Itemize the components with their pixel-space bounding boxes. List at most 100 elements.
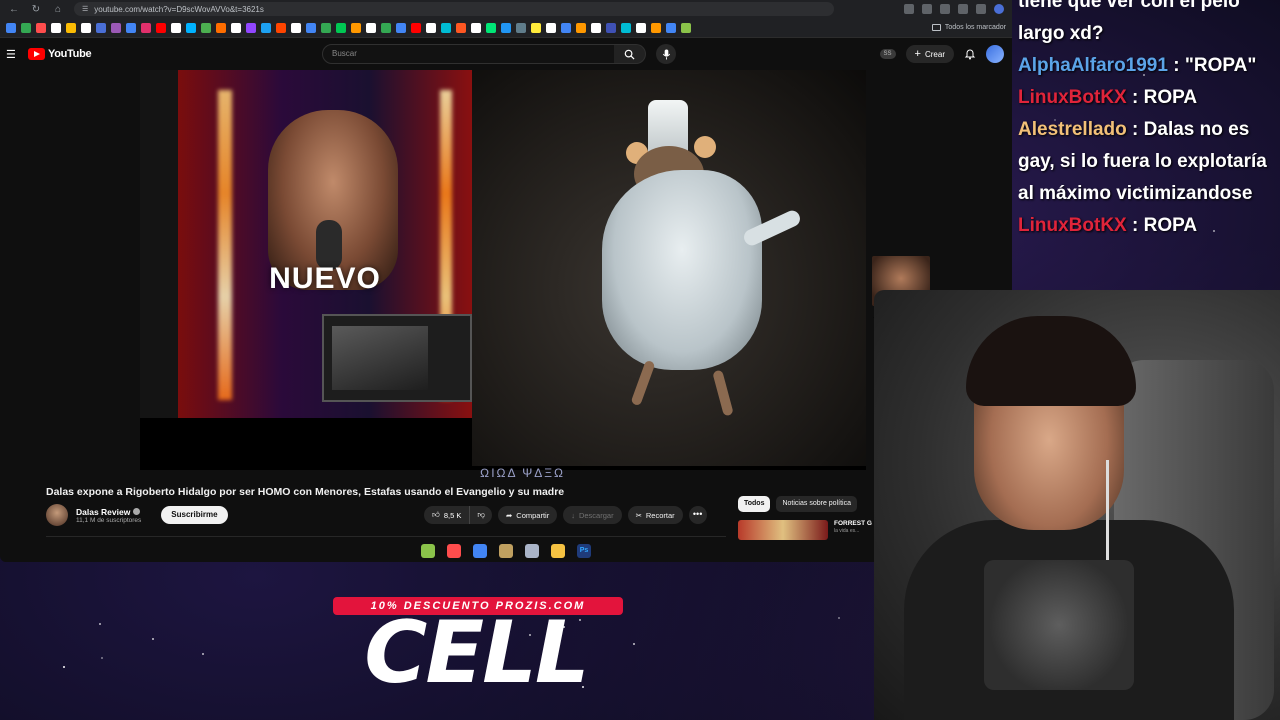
bookmark-icon[interactable] xyxy=(681,22,691,33)
screen: ← ↻ ⌂ ☰ youtube.com/watch?v=D9scWovAVVo&… xyxy=(0,0,1280,720)
bookmark-icon[interactable] xyxy=(66,22,76,33)
bookmark-icon[interactable] xyxy=(306,22,316,33)
profile-icon[interactable] xyxy=(994,4,1004,14)
bookmark-icon[interactable] xyxy=(426,22,436,33)
bookmark-icon[interactable] xyxy=(411,22,421,33)
search-button[interactable] xyxy=(614,44,646,64)
bookmark-icon[interactable] xyxy=(591,22,601,33)
bookmark-icon[interactable] xyxy=(621,22,631,33)
bookmark-icon[interactable] xyxy=(546,22,556,33)
reload-icon[interactable]: ↻ xyxy=(30,4,42,15)
player-left-strip xyxy=(140,70,178,418)
bookmark-icon[interactable] xyxy=(366,22,376,33)
menu-icon[interactable] xyxy=(976,4,986,14)
channel-avatar[interactable] xyxy=(46,504,68,526)
address-bar[interactable]: ☰ youtube.com/watch?v=D9scWovAVVo&t=3621… xyxy=(74,2,834,16)
chat-username[interactable]: Alestrellado xyxy=(1018,119,1127,140)
youtube-play-icon xyxy=(28,48,45,60)
taskbar-app-icon[interactable] xyxy=(525,544,539,558)
bookmark-icon[interactable] xyxy=(516,22,526,33)
bookmark-icon[interactable] xyxy=(171,22,181,33)
search-input[interactable]: Buscar xyxy=(322,44,616,64)
dislike-button[interactable]: 👎︎ xyxy=(470,506,492,524)
bookmark-icon[interactable] xyxy=(216,22,226,33)
chat-username[interactable]: AlphaAlfaro1991 xyxy=(1018,55,1168,76)
create-button[interactable]: + Crear xyxy=(905,45,954,63)
bookmark-icon[interactable] xyxy=(141,22,151,33)
bookmark-icon[interactable] xyxy=(261,22,271,33)
bookmark-icon[interactable] xyxy=(381,22,391,33)
notifications-bell-icon[interactable] xyxy=(964,48,976,60)
bookmarks-bar: Todos los marcador xyxy=(0,18,1012,38)
extension-icon[interactable] xyxy=(940,4,950,14)
bookmark-icon[interactable] xyxy=(666,22,676,33)
bookmark-icon[interactable] xyxy=(456,22,466,33)
bookmark-icon[interactable] xyxy=(561,22,571,33)
clip-button[interactable]: ✂ Recortar xyxy=(627,506,683,524)
bookmark-icon[interactable] xyxy=(486,22,496,33)
voice-search-button[interactable] xyxy=(656,44,676,64)
browser-toolbar: ← ↻ ⌂ ☰ youtube.com/watch?v=D9scWovAVVo&… xyxy=(0,0,1012,18)
bookmark-icon[interactable] xyxy=(336,22,346,33)
chip-politics-news[interactable]: Noticias sobre política xyxy=(776,496,857,512)
more-actions-button[interactable]: ••• xyxy=(688,506,707,524)
all-bookmarks[interactable]: Todos los marcador xyxy=(931,24,1006,31)
star-icon[interactable] xyxy=(922,4,932,14)
bookmark-icon[interactable] xyxy=(186,22,196,33)
photoshop-icon[interactable]: Ps xyxy=(577,544,591,558)
bookmark-icon[interactable] xyxy=(201,22,211,33)
bookmark-icon[interactable] xyxy=(351,22,361,33)
bookmark-icon[interactable] xyxy=(96,22,106,33)
extensions-puzzle-icon[interactable] xyxy=(958,4,968,14)
bookmark-icon[interactable] xyxy=(291,22,301,33)
cast-badge[interactable]: SS xyxy=(879,49,896,59)
hamburger-menu-icon[interactable]: ☰ xyxy=(6,48,16,61)
install-icon[interactable] xyxy=(904,4,914,14)
chat-username[interactable]: LinuxBotKX xyxy=(1018,87,1127,108)
subscribe-button[interactable]: Suscribirme xyxy=(161,506,228,524)
inset-person xyxy=(332,326,428,390)
bookmark-icon[interactable] xyxy=(36,22,46,33)
recommended-video[interactable]: FORREST G la vida es... xyxy=(738,520,874,540)
bookmark-icon[interactable] xyxy=(321,22,331,33)
bookmark-icon[interactable] xyxy=(276,22,286,33)
bookmark-icon[interactable] xyxy=(651,22,661,33)
chat-message: Alestrellado : Dalas no es gay, si lo fu… xyxy=(1018,114,1274,210)
bookmark-icon[interactable] xyxy=(246,22,256,33)
bookmark-icon[interactable] xyxy=(81,22,91,33)
browser-actions xyxy=(904,4,1004,14)
back-icon[interactable]: ← xyxy=(8,4,20,15)
bookmark-icon[interactable] xyxy=(576,22,586,33)
bookmark-icon[interactable] xyxy=(51,22,61,33)
bookmark-icon[interactable] xyxy=(606,22,616,33)
taskbar-app-icon[interactable] xyxy=(447,544,461,558)
video-player[interactable]: NUEVO xyxy=(140,70,866,470)
home-icon[interactable]: ⌂ xyxy=(52,4,64,15)
taskbar-app-icon[interactable] xyxy=(551,544,565,558)
bookmark-icon[interactable] xyxy=(156,22,166,33)
bookmark-icon[interactable] xyxy=(396,22,406,33)
like-button[interactable]: 👍︎ 8,5 K xyxy=(424,506,471,524)
taskbar-app-icon[interactable] xyxy=(473,544,487,558)
share-button[interactable]: ➦ Compartir xyxy=(497,506,558,524)
bookmark-icon[interactable] xyxy=(501,22,511,33)
bookmark-icon[interactable] xyxy=(126,22,136,33)
bookmark-icon[interactable] xyxy=(6,22,16,33)
bookmark-icon[interactable] xyxy=(231,22,241,33)
site-info-icon[interactable]: ☰ xyxy=(82,5,88,13)
bookmark-icon[interactable] xyxy=(471,22,481,33)
taskbar-app-icon[interactable] xyxy=(499,544,513,558)
chip-all[interactable]: Todos xyxy=(738,496,771,512)
bookmark-icon[interactable] xyxy=(441,22,451,33)
download-button[interactable]: ↓ Descargar xyxy=(563,506,622,524)
chat-username[interactable]: LinuxBotKX xyxy=(1018,215,1127,236)
user-avatar[interactable] xyxy=(986,45,1004,63)
channel-name-row[interactable]: Dalas Review xyxy=(76,507,141,517)
bookmark-icon[interactable] xyxy=(636,22,646,33)
bookmark-icon[interactable] xyxy=(531,22,541,33)
taskbar-app-icon[interactable] xyxy=(421,544,435,558)
youtube-logo[interactable]: YouTube xyxy=(28,48,92,60)
bookmark-icon[interactable] xyxy=(21,22,31,33)
rat-leg-right xyxy=(712,369,734,417)
bookmark-icon[interactable] xyxy=(111,22,121,33)
